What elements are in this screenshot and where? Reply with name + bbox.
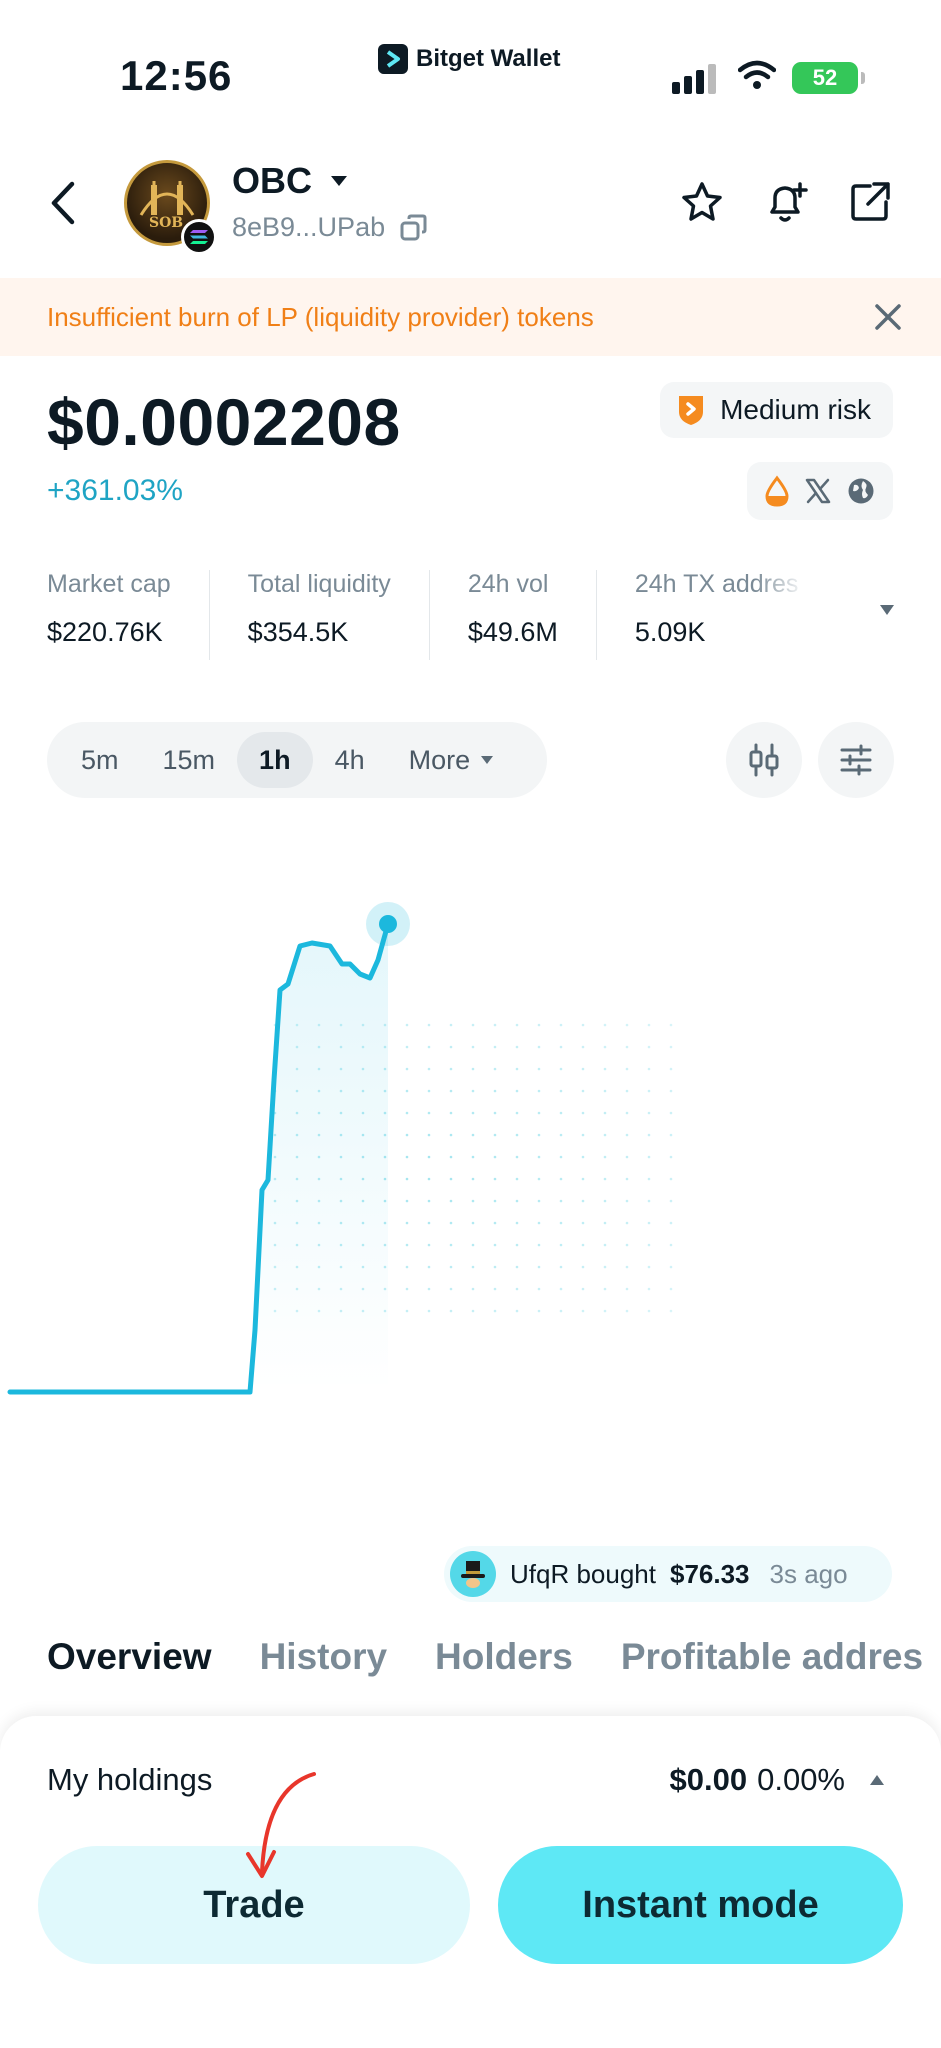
ticker-time: 3s ago bbox=[769, 1558, 848, 1589]
holdings-percent: 0.00% bbox=[757, 1762, 845, 1797]
token-name-selector[interactable]: OBC bbox=[232, 160, 348, 202]
risk-badge[interactable]: Medium risk bbox=[660, 382, 893, 438]
wifi-icon bbox=[738, 60, 776, 89]
share-icon[interactable] bbox=[848, 180, 892, 224]
risk-label: Medium risk bbox=[720, 394, 871, 425]
token-address: 8eB9...UPab bbox=[232, 212, 429, 243]
caret-up-icon[interactable] bbox=[869, 1774, 885, 1786]
back-icon[interactable] bbox=[46, 180, 82, 226]
tab-profitable-addresses[interactable]: Profitable addres bbox=[621, 1636, 923, 1696]
signal-icon bbox=[672, 64, 716, 94]
bitget-logo-icon bbox=[378, 44, 408, 74]
token-name: OBC bbox=[232, 160, 312, 201]
trader-avatar-icon bbox=[450, 1551, 496, 1597]
interval-5m[interactable]: 5m bbox=[59, 732, 141, 788]
shield-warning-icon bbox=[679, 396, 704, 425]
token-avatar-label: SOB bbox=[149, 215, 184, 231]
stat-24h-vol: 24h vol $49.6M bbox=[428, 570, 596, 660]
battery-indicator: 52 bbox=[792, 62, 865, 94]
token-stats: Market cap $220.76K Total liquidity $354… bbox=[47, 570, 907, 660]
stat-24h-tx-addresses: 24h TX addres 5.09K bbox=[595, 570, 806, 660]
chart-settings-button[interactable] bbox=[818, 722, 894, 798]
detail-tabs: Overview History Holders Profitable addr… bbox=[47, 1636, 941, 1696]
close-icon[interactable] bbox=[873, 302, 903, 332]
interval-15m[interactable]: 15m bbox=[141, 732, 238, 788]
bell-add-icon[interactable] bbox=[764, 180, 810, 226]
warning-text: Insufficient burn of LP (liquidity provi… bbox=[47, 301, 594, 332]
live-trade-ticker: UfqR bought $76.33 3s ago bbox=[444, 1546, 892, 1602]
star-icon[interactable] bbox=[680, 180, 724, 224]
x-twitter-icon[interactable] bbox=[804, 477, 832, 505]
token-header: SOB OBC 8eB9...UPab bbox=[0, 150, 941, 270]
holdings-value: $0.00 0.00% bbox=[670, 1762, 845, 1798]
stats-expand-icon[interactable] bbox=[879, 604, 895, 616]
solana-chain-icon bbox=[181, 219, 217, 255]
lp-warning-banner: Insufficient burn of LP (liquidity provi… bbox=[0, 278, 941, 356]
price-chart[interactable] bbox=[0, 860, 941, 1480]
globe-icon[interactable] bbox=[846, 476, 876, 506]
interval-more[interactable]: More bbox=[387, 732, 517, 788]
token-address-text: 8eB9...UPab bbox=[232, 212, 386, 242]
holdings-amount: $0.00 bbox=[669, 1762, 748, 1797]
status-bar: 12:56 Bitget Wallet 52 bbox=[0, 0, 941, 130]
candlestick-icon bbox=[749, 743, 779, 777]
tab-history[interactable]: History bbox=[260, 1636, 387, 1696]
holdings-sheet: My holdings $0.00 0.00% Trade Instant mod… bbox=[0, 1716, 941, 2048]
droplet-icon[interactable] bbox=[764, 475, 790, 507]
caret-down-icon bbox=[331, 176, 347, 186]
app-name: Bitget Wallet bbox=[416, 45, 561, 72]
social-links bbox=[747, 462, 893, 520]
stat-market-cap: Market cap $220.76K bbox=[47, 570, 171, 647]
app-badge: Bitget Wallet bbox=[378, 44, 560, 74]
tab-overview[interactable]: Overview bbox=[47, 1636, 212, 1696]
holdings-label: My holdings bbox=[47, 1762, 213, 1797]
stat-total-liquidity: Total liquidity $354.5K bbox=[208, 570, 429, 660]
candlestick-toggle-button[interactable] bbox=[726, 722, 802, 798]
copy-icon[interactable] bbox=[399, 213, 429, 243]
price-change: +361.03% bbox=[47, 474, 183, 507]
status-time: 12:56 bbox=[120, 52, 233, 99]
interval-4h[interactable]: 4h bbox=[313, 732, 387, 788]
current-price-point bbox=[379, 915, 397, 933]
tab-holders[interactable]: Holders bbox=[435, 1636, 573, 1696]
token-avatar: SOB bbox=[124, 160, 217, 255]
instant-mode-button[interactable]: Instant mode bbox=[498, 1846, 903, 1964]
interval-1h[interactable]: 1h bbox=[237, 732, 313, 788]
token-price: $0.0002208 bbox=[47, 385, 401, 459]
caret-down-icon bbox=[481, 756, 494, 764]
ticker-user: UfqR bought bbox=[510, 1558, 656, 1589]
interval-selector: 5m 15m 1h 4h More bbox=[47, 722, 547, 798]
ticker-amount: $76.33 bbox=[669, 1558, 750, 1589]
annotation-arrow-icon bbox=[246, 1772, 316, 1878]
sliders-icon bbox=[840, 744, 872, 776]
